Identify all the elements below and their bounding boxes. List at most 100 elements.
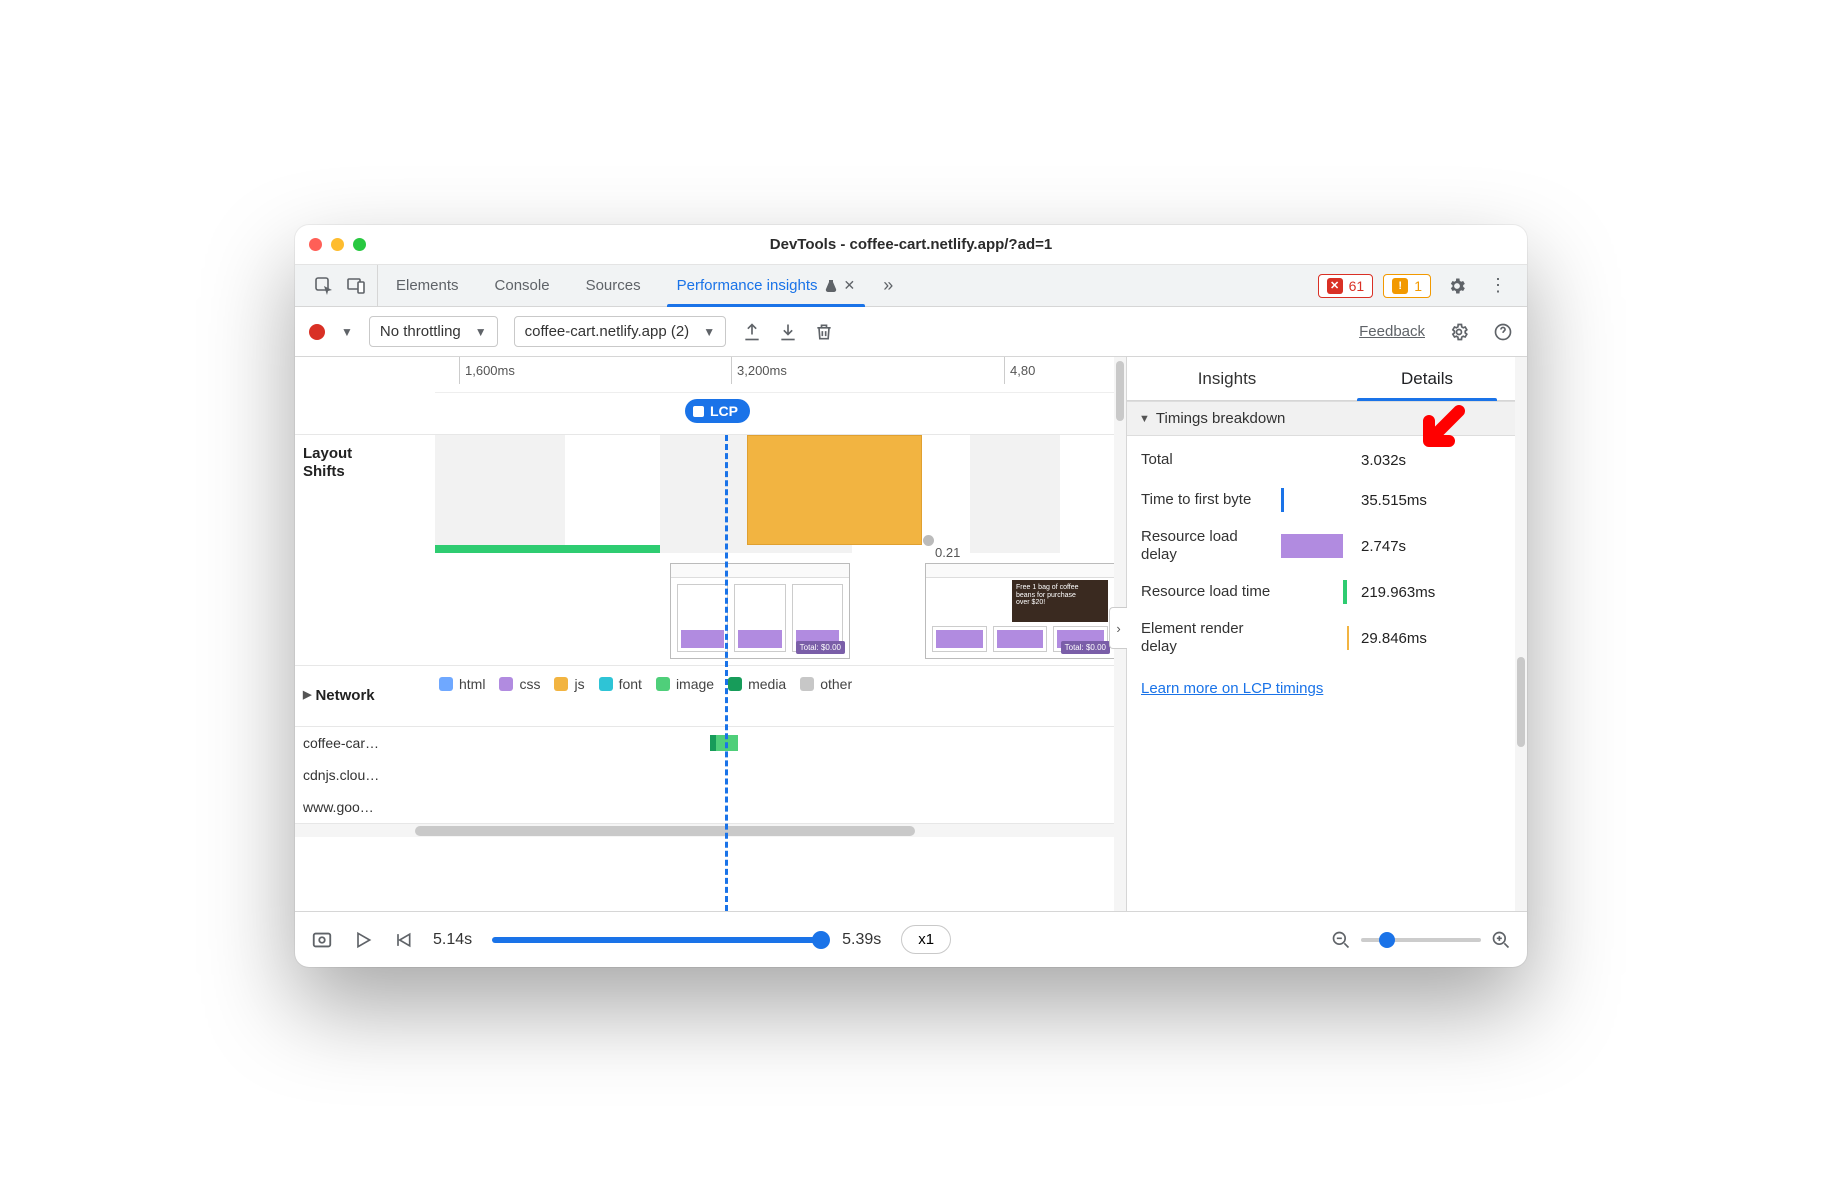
timing-row-load-delay: Resource load delay 2.747s (1127, 520, 1527, 572)
throttling-value: No throttling (380, 323, 461, 340)
devtools-window: DevTools - coffee-cart.netlify.app/?ad=1… (295, 225, 1527, 967)
more-options-icon[interactable]: ⋮ (1483, 275, 1513, 296)
timing-row-ttfb: Time to first byte 35.515ms (1127, 480, 1527, 520)
playback-slider[interactable] (492, 937, 822, 943)
settings-icon[interactable] (1441, 276, 1473, 296)
experiment-icon (824, 279, 838, 293)
target-select[interactable]: coffee-cart.netlify.app (2) ▼ (514, 316, 726, 347)
delete-icon[interactable] (814, 322, 834, 342)
zoom-out-icon[interactable] (1331, 930, 1351, 950)
throttling-select[interactable]: No throttling ▼ (369, 316, 498, 347)
collapse-sidebar-button[interactable]: › (1109, 607, 1127, 649)
stage: { "window": { "title": "DevTools - coffe… (0, 0, 1822, 1192)
minimize-window-button[interactable] (331, 238, 344, 251)
learn-more: Learn more on LCP timings (1127, 668, 1527, 718)
total-badge: Total: $0.00 (1061, 641, 1110, 654)
network-row[interactable]: www.goo… (295, 791, 1126, 823)
panel-tabstrip: Elements Console Sources Performance ins… (295, 265, 1527, 307)
device-toolbar-icon[interactable] (345, 275, 367, 297)
legend-html: html (439, 676, 485, 692)
lcp-marker[interactable]: LCP (685, 399, 750, 423)
layout-shifts-label: Layout Shifts (295, 435, 435, 665)
js-task-block[interactable] (747, 435, 922, 545)
tab-performance-insights[interactable]: Performance insights ✕ (659, 265, 874, 306)
total-time: 5.39s (842, 931, 881, 949)
window-title: DevTools - coffee-cart.netlify.app/?ad=1 (295, 236, 1527, 253)
collapse-icon: ▼ (1139, 413, 1150, 425)
filmstrip-frame[interactable]: Total: $0.00 (670, 563, 850, 659)
titlebar: DevTools - coffee-cart.netlify.app/?ad=1 (295, 225, 1527, 265)
warnings-count: 1 (1414, 278, 1422, 294)
zoom-slider[interactable] (1361, 938, 1481, 942)
learn-more-link[interactable]: Learn more on LCP timings (1141, 680, 1323, 697)
legend-font: font (599, 676, 642, 692)
annotation-arrow-icon (1411, 403, 1467, 459)
layout-shifts-row: Layout Shifts 0.21 Total: (295, 435, 1126, 666)
import-icon[interactable] (778, 322, 798, 342)
legend-image: image (656, 676, 714, 692)
filmstrip-frame[interactable]: Free 1 bag of coffee beans for purchase … (925, 563, 1115, 659)
errors-count: 61 (1349, 278, 1365, 294)
inspect-tools (303, 265, 378, 306)
speed-select[interactable]: x1 (901, 925, 951, 954)
inspect-element-icon[interactable] (313, 275, 335, 297)
preview-icon[interactable] (311, 929, 333, 951)
network-host: cdnjs.clou… (295, 761, 435, 790)
play-icon[interactable] (353, 930, 373, 950)
legend-css: css (499, 676, 540, 692)
error-icon: ✕ (1327, 278, 1343, 294)
tab-sources[interactable]: Sources (568, 265, 659, 306)
network-host: www.goo… (295, 793, 435, 822)
network-legend: html css js font image media other (435, 666, 1126, 702)
caret-down-icon: ▼ (475, 325, 487, 339)
ruler-tick: 3,200ms (737, 363, 787, 378)
timing-row-load-time: Resource load time 219.963ms (1127, 572, 1527, 612)
close-window-button[interactable] (309, 238, 322, 251)
layout-shifts-track[interactable]: 0.21 Total: $0.00 Free 1 bag of coffee b… (435, 435, 1126, 665)
zoom-in-icon[interactable] (1491, 930, 1511, 950)
legend-other: other (800, 676, 852, 692)
ruler-tick: 4,80 (1010, 363, 1035, 378)
promo-text: Free 1 bag of coffee beans for purchase … (1012, 580, 1108, 622)
track-shade (970, 435, 1060, 553)
errors-pill[interactable]: ✕ 61 (1318, 274, 1374, 298)
record-menu-caret[interactable]: ▼ (341, 325, 353, 339)
expand-icon: ▶ (303, 689, 311, 702)
warnings-pill[interactable]: ! 1 (1383, 274, 1431, 298)
insights-toolbar: ▼ No throttling ▼ coffee-cart.netlify.ap… (295, 307, 1527, 357)
timeline-pane: 1,600ms 3,200ms 4,80 LCP Layout Shifts (295, 357, 1127, 911)
record-button[interactable] (309, 324, 325, 340)
tab-console[interactable]: Console (477, 265, 568, 306)
more-tabs-button[interactable]: » (873, 265, 903, 306)
horizontal-scrollbar[interactable] (295, 823, 1126, 837)
rewind-icon[interactable] (393, 930, 413, 950)
tab-insights[interactable]: Insights (1127, 357, 1327, 400)
warning-icon: ! (1392, 278, 1408, 294)
total-badge: Total: $0.00 (796, 641, 845, 654)
network-rows: coffee-car… cdnjs.clou… www.goo… (295, 727, 1126, 823)
vertical-scrollbar[interactable] (1515, 357, 1527, 911)
panel-settings-icon[interactable] (1443, 322, 1475, 342)
tab-elements[interactable]: Elements (378, 265, 477, 306)
feedback-link[interactable]: Feedback (1359, 323, 1425, 340)
network-row[interactable]: cdnjs.clou… (295, 759, 1126, 791)
cls-marker[interactable] (923, 535, 934, 546)
help-icon[interactable] (1493, 322, 1513, 342)
network-host: coffee-car… (295, 729, 435, 758)
track-shade (435, 435, 565, 553)
current-time: 5.14s (433, 931, 472, 949)
legend-js: js (554, 676, 584, 692)
export-icon[interactable] (742, 322, 762, 342)
panel-tabs: Elements Console Sources Performance ins… (378, 265, 873, 306)
timeline-ruler[interactable]: 1,600ms 3,200ms 4,80 LCP (295, 357, 1126, 435)
lcp-square-icon (693, 406, 704, 417)
timings-breakdown-header[interactable]: ▼ Timings breakdown (1127, 401, 1527, 436)
toolbar-actions (742, 322, 834, 342)
network-row[interactable]: coffee-car… (295, 727, 1126, 759)
zoom-controls (1331, 930, 1511, 950)
close-tab-icon[interactable]: ✕ (844, 277, 856, 294)
tab-details[interactable]: Details (1327, 357, 1527, 400)
maximize-window-button[interactable] (353, 238, 366, 251)
cls-bar (435, 545, 565, 553)
network-label[interactable]: ▶ Network (295, 666, 435, 726)
